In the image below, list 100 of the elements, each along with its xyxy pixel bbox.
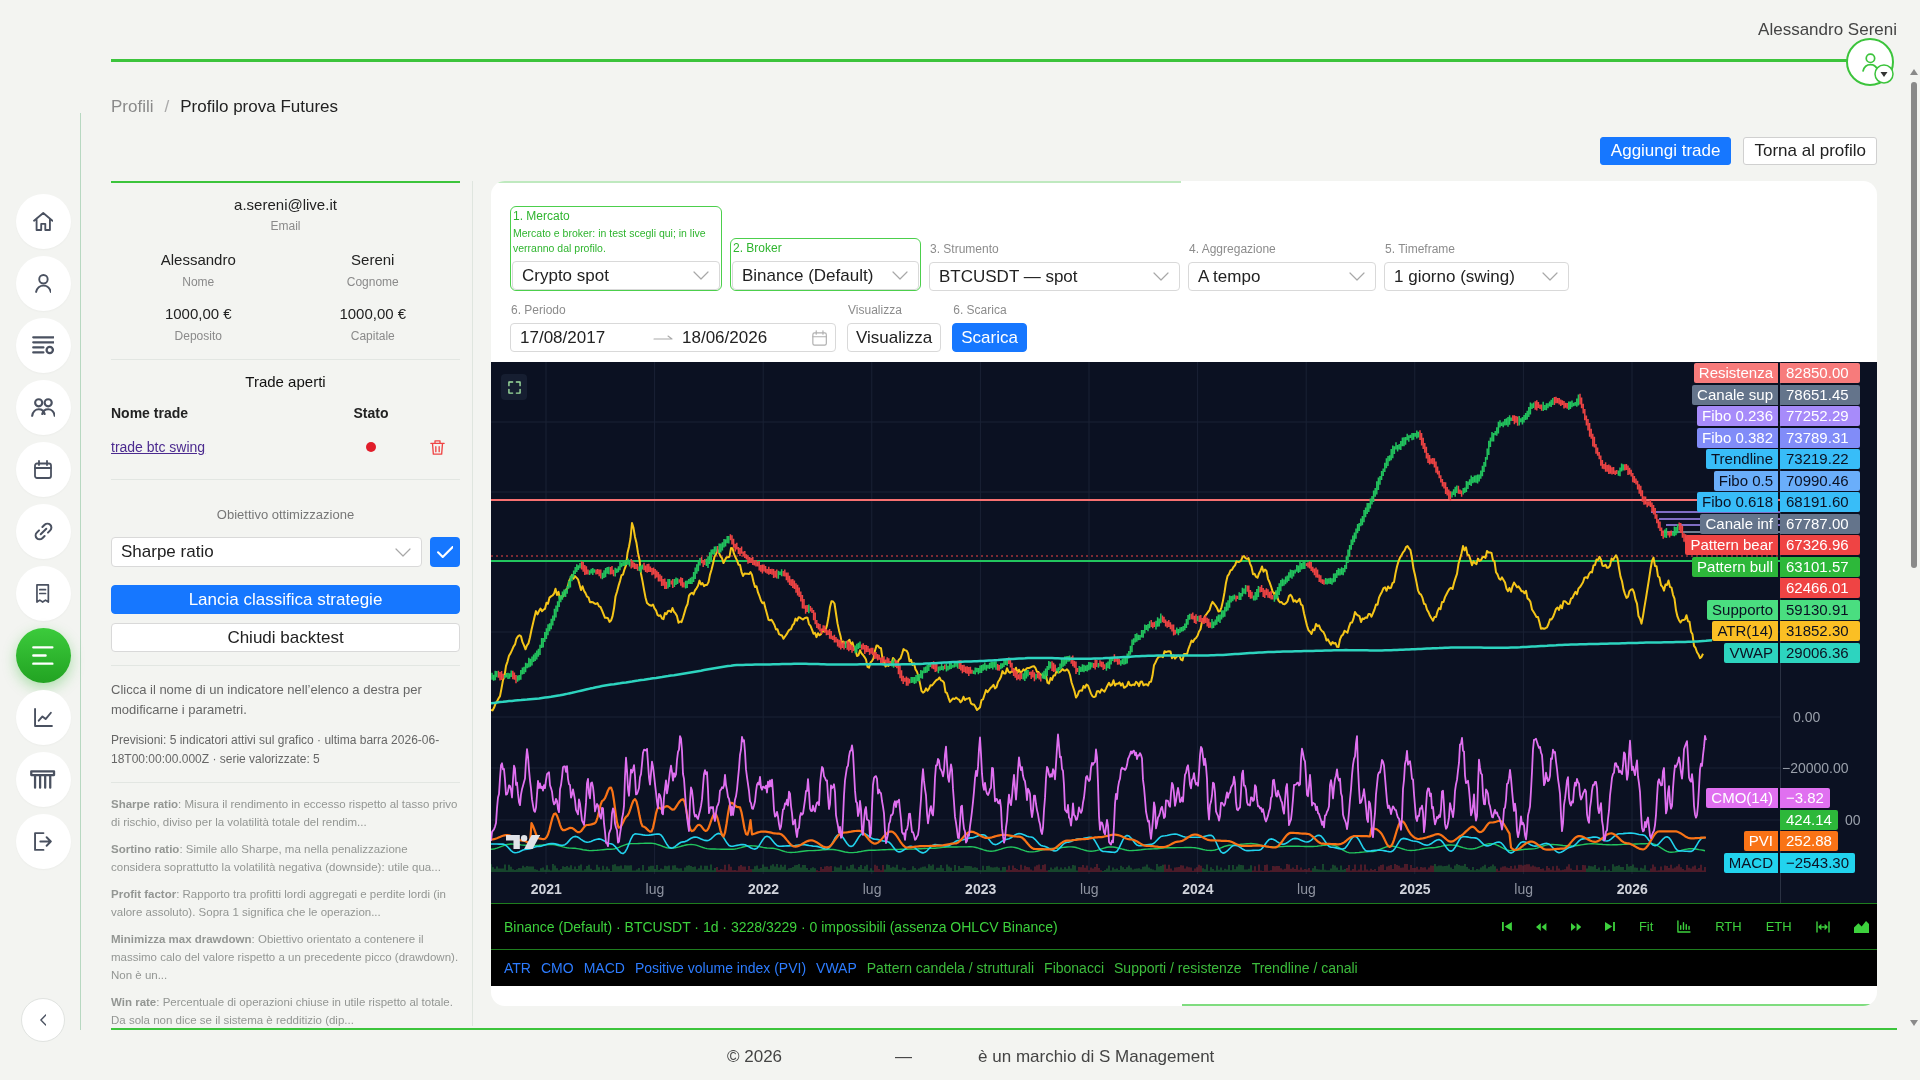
rewind-button[interactable] (1536, 922, 1547, 931)
field-label: 2. Broker (732, 240, 782, 256)
profile-value: Alessandro (160, 250, 236, 270)
price-tag-value: 424.14 (1780, 809, 1838, 830)
indicator-link[interactable]: VWAP (816, 958, 857, 977)
indicator-link[interactable]: ATR (504, 958, 531, 977)
price-tag-value: 82850.00 (1780, 363, 1860, 383)
price-tag-value: 73219.22 (1780, 449, 1860, 469)
price-tag-value: −3.82 (1780, 788, 1830, 808)
indicator-link[interactable]: CMO (540, 958, 574, 977)
field-label: Cognome (346, 274, 399, 290)
align-left-icon (32, 646, 54, 665)
user-name: Alessandro Sereni (1758, 20, 1897, 41)
chevron-down-icon (693, 271, 709, 280)
axis-label: lug (862, 879, 882, 898)
field-label: 1. Mercato (512, 208, 570, 224)
footer-text: © 2026 (727, 1047, 783, 1067)
chevron-down-icon (1349, 272, 1365, 281)
indicator-link[interactable]: Fibonacci (1044, 958, 1104, 977)
price-tag-value: 62466.01 (1780, 578, 1860, 598)
axis-label: 00 (1845, 811, 1861, 829)
toolbar-button[interactable]: Fit (1638, 918, 1654, 935)
objective-text: Sharpe ratio: Misura il rendimento in eccesso rispetto al tasso privo di rischio, diviso per la volatilità totale del rendim... (111, 797, 459, 830)
date-range-field[interactable]: 17/08/2017 18/06/2026 (510, 323, 836, 352)
field-label: Obiettivo ottimizzazione (215, 506, 356, 524)
fit-width-button[interactable] (1815, 920, 1830, 933)
indicator-link[interactable]: Pattern candela / strutturali (866, 958, 1035, 977)
bar-chart-button[interactable] (1677, 920, 1692, 933)
field-hint: Mercato e broker: in test scegli qui; in live verranno dal profilo. (512, 226, 707, 256)
home-icon (32, 212, 54, 231)
skip-start-icon (1502, 922, 1513, 931)
note-text: Clicca il nome di un indicatore nell’elenco a destra per modificarne i parametri. (111, 681, 423, 719)
indicator-link[interactable]: Supporti / resistenze (1114, 958, 1242, 977)
axis-label: lug (645, 879, 665, 898)
line-chart-icon (33, 708, 53, 727)
axis-label: 2026 (1616, 879, 1648, 898)
note-text: Previsioni: 5 indicatori attivi sul grafico · ultima barra 2026-06-18T00:00:00.000Z · serie valorizzate: 5 (111, 732, 441, 768)
price-tag-value: 252.88 (1780, 831, 1838, 851)
select-field[interactable]: Crypto spot (512, 261, 720, 290)
axis-label: −20000.00 (1782, 759, 1849, 777)
download-button[interactable]: Scarica (952, 323, 1027, 352)
area-chart-button[interactable] (1853, 920, 1869, 933)
list-icon (31, 336, 55, 355)
add-trade-button[interactable]: Aggiungi trade (1599, 137, 1732, 165)
price-tag-value: 59130.91 (1780, 599, 1860, 620)
skip-end-icon (1605, 922, 1615, 931)
price-tag-value: 67326.96 (1780, 535, 1860, 555)
objective-text: Minimizza max drawdown: Obiettivo orientato a contenere il massimo calo del valore rispetto a un precedente picco (drawdown). Non è un... (111, 932, 460, 983)
price-tag-value: 67787.00 (1780, 513, 1860, 534)
profile-value: 1000,00 € (339, 304, 407, 324)
toolbar-button[interactable]: ETH (1765, 918, 1792, 935)
breadcrumb-separator: / (164, 97, 170, 117)
axis-label: 2022 (747, 879, 780, 898)
chevron-down-icon (1153, 272, 1169, 281)
axis-label: lug (1514, 879, 1533, 898)
select-field[interactable]: A tempo (1188, 262, 1376, 291)
run-button[interactable]: Lancia classifica strategie (111, 585, 460, 614)
axis-label: 2024 (1182, 879, 1214, 898)
link-icon (33, 522, 53, 541)
footer-text: è un marchio di S Management (978, 1047, 1215, 1067)
objective-text: Profit factor: Rapporto tra profitti lordi aggregati e perdite lordi (in valore assoluto). Sopra 1 significa che le operazion... (111, 887, 447, 920)
section-title: Trade aperti (244, 372, 327, 392)
chevron-down-icon (892, 271, 908, 280)
price-tag-value: 63101.57 (1780, 556, 1860, 577)
price-tag-value: −2543.30 (1780, 852, 1855, 873)
calendar-icon (811, 329, 827, 346)
delete-button[interactable] (430, 439, 445, 455)
indicator-link[interactable]: MACD (583, 958, 625, 977)
select-field[interactable]: BTCUSDT — spot (929, 262, 1180, 291)
arrow-right-icon (653, 335, 673, 340)
column-header: Stato (353, 404, 389, 423)
select-field[interactable]: Sharpe ratio (111, 537, 422, 567)
close-backtest-button[interactable]: Chiudi backtest (111, 623, 460, 652)
field-label: 6. Scarica (952, 302, 1007, 318)
skip-end-button[interactable] (1605, 922, 1615, 931)
confirm-button[interactable] (430, 537, 460, 567)
users-icon (30, 398, 56, 417)
calendar-icon (34, 460, 52, 479)
select-field[interactable]: Binance (Default) (732, 261, 919, 290)
skip-start-button[interactable] (1502, 922, 1513, 931)
fast-forward-icon (1570, 922, 1581, 931)
profile-value: Sereni (351, 250, 395, 270)
caret-down-icon (1874, 64, 1894, 84)
trade-link[interactable]: trade btc swing (111, 437, 206, 457)
select-field[interactable]: 1 giorno (swing) (1384, 262, 1569, 291)
fast-forward-button[interactable] (1570, 922, 1581, 931)
toolbar-button[interactable]: RTH (1715, 918, 1742, 935)
indicator-link[interactable]: Trendline / canali (1251, 958, 1358, 977)
field-label: 4. Aggregazione (1188, 241, 1276, 257)
breadcrumb-current[interactable]: Profilo prova Futures (180, 97, 339, 117)
profile-value: 1000,00 € (164, 304, 232, 324)
footer-text: — (895, 1047, 913, 1067)
price-tag-value: 70990.46 (1780, 470, 1860, 491)
axis-label: lug (1079, 879, 1099, 898)
back-button[interactable]: Torna al profilo (1743, 137, 1877, 165)
indicator-link[interactable]: Positive volume index (PVI) (634, 958, 807, 977)
profile-value: a.sereni@live.it (234, 195, 337, 215)
receipt-icon (36, 584, 50, 603)
view-button[interactable]: Visualizza (847, 323, 942, 352)
chevron-down-icon (395, 547, 411, 557)
